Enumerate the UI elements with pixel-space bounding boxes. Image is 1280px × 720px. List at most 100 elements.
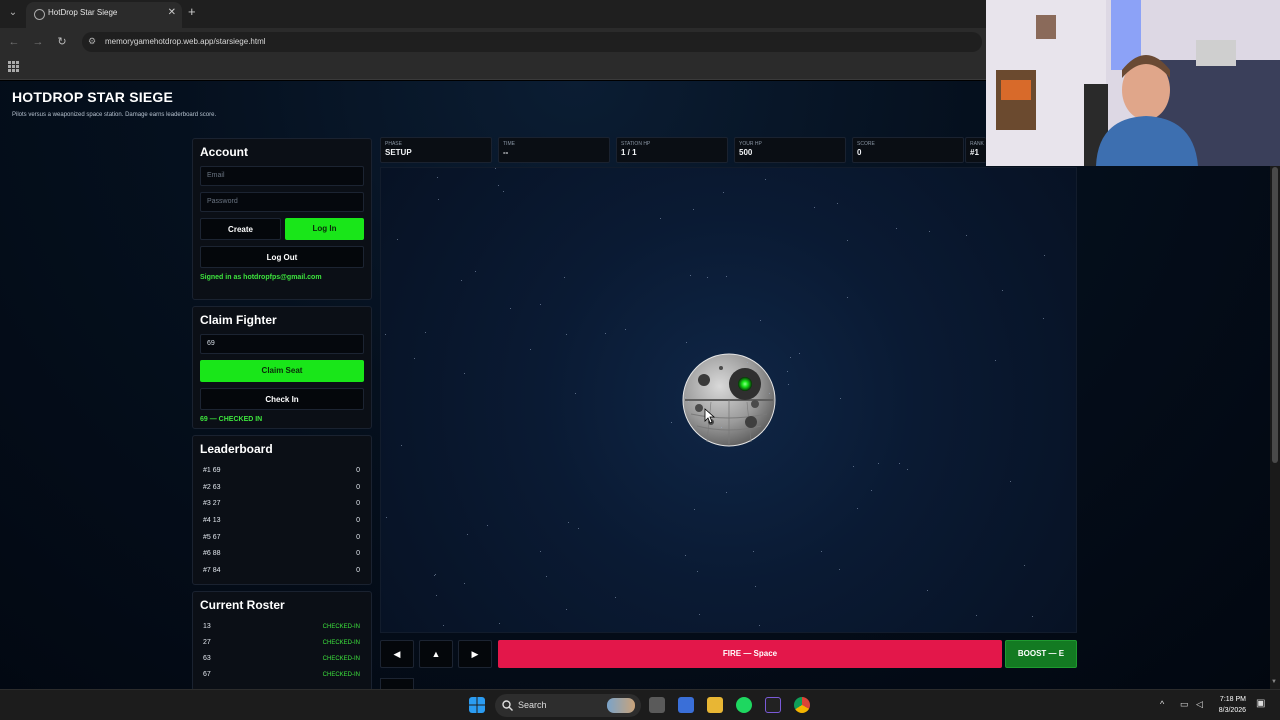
- star: [487, 525, 488, 526]
- account-card: Account Email Password Create Log In Log…: [192, 138, 372, 300]
- leaderboard-row: #3 27 0: [200, 496, 364, 513]
- star: [467, 534, 468, 535]
- leaderboard-score: 0: [356, 467, 360, 474]
- roster-card: Current Roster 13 CHECKED-IN 27 CHECKED-IN 6…: [192, 591, 372, 689]
- leaderboard-row: #2 63 0: [200, 480, 364, 497]
- windows-start-icon[interactable]: [469, 697, 485, 713]
- hud-fx-icon[interactable]: [765, 697, 781, 713]
- sidebar: Account Email Password Create Log In Log…: [192, 138, 372, 689]
- star: [568, 522, 569, 523]
- search-label: Search: [518, 700, 547, 710]
- account-heading: Account: [200, 145, 248, 159]
- star: [788, 384, 789, 385]
- apps-icon[interactable]: [8, 61, 19, 72]
- search-icon: [502, 700, 513, 711]
- leaderboard-name: #7 84: [203, 567, 221, 575]
- star: [871, 490, 872, 491]
- your-hp-value: 500: [739, 148, 753, 157]
- spotify-icon[interactable]: [736, 697, 752, 713]
- volume-icon[interactable]: ◁: [1196, 699, 1203, 710]
- file-explorer-icon[interactable]: [707, 697, 723, 713]
- leaderboard-list: #1 69 0 #2 63 0 #3 27 0 #4 13 0 #5 67 0 #6 88 0 #7 8…: [200, 463, 364, 580]
- taskbar-search[interactable]: Search: [495, 694, 641, 717]
- star: [790, 357, 791, 358]
- taskbar: Search ^ ▭ ◁ 7:18 PM 8/3/2026 ▣: [0, 689, 1280, 720]
- task-view-icon[interactable]: [649, 697, 665, 713]
- claim-seat-button[interactable]: Claim Seat: [200, 360, 364, 382]
- star: [414, 358, 415, 359]
- star: [753, 551, 754, 552]
- url-field[interactable]: ⚙ memorygamehotdrop.web.app/starsiege.ht…: [82, 32, 982, 52]
- controls-bar: ◀ ▲ ▶ FIRE — Space BOOST — E: [380, 640, 1077, 668]
- roster-status: CHECKED-IN: [322, 672, 360, 678]
- email-field[interactable]: Email: [200, 166, 364, 186]
- clock-date: 8/3/2026: [1218, 707, 1246, 714]
- roster-name: 27: [203, 639, 211, 646]
- star: [495, 168, 496, 169]
- star: [1043, 318, 1044, 319]
- reload-icon[interactable]: ↻: [54, 34, 70, 50]
- star: [693, 209, 694, 210]
- leaderboard-score: 0: [356, 533, 360, 541]
- phase-value: SETUP: [385, 148, 412, 157]
- star: [976, 615, 977, 616]
- star: [840, 398, 841, 399]
- time-label: TIME: [503, 141, 515, 147]
- clock-time: 7:18 PM: [1219, 696, 1246, 703]
- tray-overflow-icon[interactable]: ^: [1160, 699, 1164, 709]
- scroll-thumb[interactable]: [1272, 167, 1278, 463]
- star: [929, 231, 930, 232]
- leaderboard-row: #7 84 0: [200, 563, 364, 580]
- star: [503, 191, 504, 192]
- back-icon[interactable]: ←: [6, 34, 22, 50]
- logout-button[interactable]: Log Out: [200, 246, 364, 268]
- star: [425, 332, 426, 333]
- game-page: HOTDROP STAR SIEGE Pilots versus a weapo…: [0, 81, 1280, 689]
- browser-tab[interactable]: HotDrop Star Siege ✕: [26, 2, 182, 28]
- star: [699, 614, 700, 615]
- close-tab-icon[interactable]: ✕: [168, 7, 176, 18]
- move-up-button[interactable]: ▲: [419, 640, 453, 668]
- star: [755, 586, 756, 587]
- star: [540, 304, 541, 305]
- tab-title: HotDrop Star Siege: [48, 8, 118, 17]
- login-button[interactable]: Log In: [285, 218, 364, 240]
- seat-input[interactable]: 69: [200, 334, 364, 354]
- hud-bar: PHASE SETUP TIME -- STATION HP 1 / 1 YOU…: [380, 137, 986, 163]
- signed-in-status: Signed in as hotdropfps@gmail.com: [200, 274, 322, 281]
- page-scrollbar[interactable]: ▲ ▼: [1270, 81, 1280, 689]
- check-in-button[interactable]: Check In: [200, 388, 364, 410]
- roster-row: 67 CHECKED-IN: [200, 667, 364, 683]
- boost-button[interactable]: BOOST — E: [1005, 640, 1077, 668]
- move-left-button[interactable]: ◀: [380, 640, 414, 668]
- leaderboard-row: #5 67 0: [200, 530, 364, 547]
- roster-name: 13: [203, 623, 211, 630]
- network-icon[interactable]: ▭: [1180, 699, 1189, 710]
- new-tab-button[interactable]: +: [188, 4, 196, 19]
- site-info-icon[interactable]: ⚙: [88, 36, 96, 47]
- star: [464, 373, 465, 374]
- taskbar-clock[interactable]: 7:18 PM 8/3/2026: [1219, 694, 1246, 716]
- score-label: SCORE: [857, 141, 875, 147]
- url-text[interactable]: memorygamehotdrop.web.app/starsiege.html: [105, 37, 266, 46]
- fire-button[interactable]: FIRE — Space: [498, 640, 1002, 668]
- game-arena[interactable]: [380, 167, 1077, 633]
- star: [799, 353, 800, 354]
- forward-icon[interactable]: →: [30, 34, 46, 50]
- create-button[interactable]: Create: [200, 218, 281, 240]
- tab-list-icon[interactable]: ⌄: [6, 6, 20, 20]
- star: [566, 334, 567, 335]
- password-field[interactable]: Password: [200, 192, 364, 212]
- checkin-status: 69 — CHECKED IN: [200, 416, 263, 423]
- control-button-partial[interactable]: [380, 678, 414, 689]
- notepad-icon[interactable]: [678, 697, 694, 713]
- move-right-button[interactable]: ▶: [458, 640, 492, 668]
- site-icon: [34, 9, 45, 20]
- scroll-down-icon[interactable]: ▼: [1271, 679, 1277, 685]
- chrome-icon[interactable]: [794, 697, 810, 713]
- time-stat: TIME --: [498, 137, 610, 163]
- star: [721, 427, 722, 428]
- star: [575, 393, 576, 394]
- notification-icon[interactable]: ▣: [1256, 698, 1265, 709]
- station-icon[interactable]: [681, 352, 777, 448]
